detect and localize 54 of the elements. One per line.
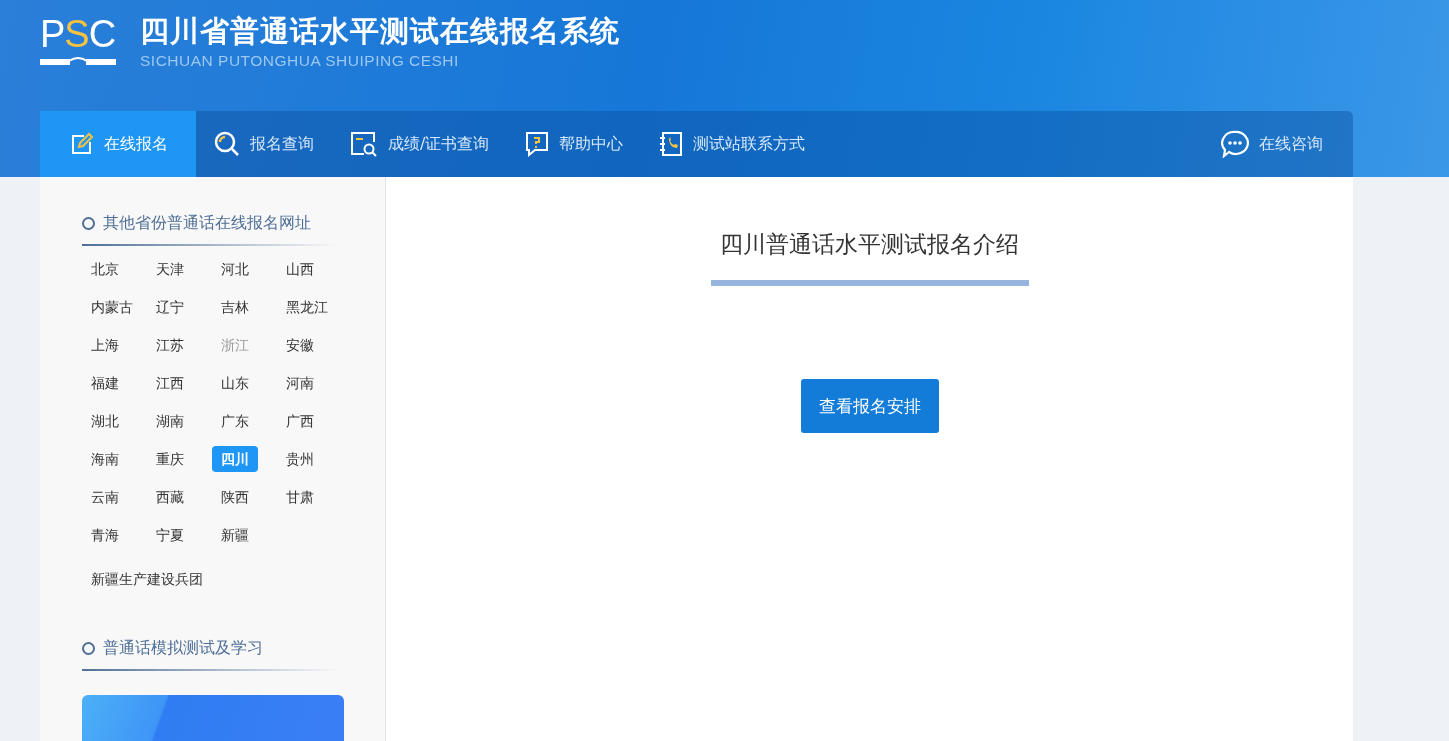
province-link[interactable]: 江西 (147, 370, 193, 396)
province-link[interactable]: 海南 (82, 446, 128, 472)
site-title: 四川省普通话水平测试在线报名系统 (140, 14, 620, 48)
phone-book-icon (659, 131, 684, 157)
province-link[interactable]: 江苏 (147, 332, 193, 358)
province-link[interactable]: 青海 (82, 522, 128, 548)
online-consult-link[interactable]: 在线咨询 (1203, 111, 1353, 177)
province-link[interactable]: 河南 (277, 370, 323, 396)
province-link[interactable]: 山西 (277, 256, 323, 282)
province-link[interactable]: 新疆 (212, 522, 258, 548)
circle-icon (82, 217, 95, 230)
province-link[interactable]: 辽宁 (147, 294, 193, 320)
province-link[interactable]: 西藏 (147, 484, 193, 510)
nav-tab[interactable]: 成绩/证书查询 (332, 111, 508, 177)
province-link[interactable]: 北京 (82, 256, 128, 282)
logo-letter: S (64, 14, 89, 54)
province-link[interactable]: 甘肃 (277, 484, 323, 510)
province-link[interactable]: 贵州 (277, 446, 323, 472)
province-link[interactable]: 重庆 (147, 446, 193, 472)
page-heading: 四川普通话水平测试报名介绍 (720, 230, 1019, 259)
province-link[interactable]: 云南 (82, 484, 128, 510)
province-link[interactable]: 福建 (82, 370, 128, 396)
province-link[interactable]: 吉林 (212, 294, 258, 320)
document-search-icon (350, 131, 378, 157)
province-link[interactable]: 广东 (212, 408, 258, 434)
section-heading: 其他省份普通话在线报名网址 (103, 213, 311, 234)
promo-banner-image[interactable] (82, 695, 344, 741)
logo-letter: C (88, 14, 116, 54)
search-icon (214, 131, 240, 157)
province-link[interactable]: 湖南 (147, 408, 193, 434)
help-icon (525, 131, 550, 157)
province-link[interactable]: 宁夏 (147, 522, 193, 548)
province-link[interactable]: 上海 (82, 332, 128, 358)
province-link[interactable]: 陕西 (212, 484, 258, 510)
chat-icon (1221, 130, 1249, 158)
nav-tab[interactable]: 帮助中心 (507, 111, 642, 177)
province-link[interactable]: 广西 (277, 408, 323, 434)
nav-tab[interactable]: 测试站联系方式 (641, 111, 824, 177)
province-link[interactable]: 内蒙古 (82, 294, 142, 320)
province-link[interactable]: 河北 (212, 256, 258, 282)
logo-letter: P (40, 14, 65, 54)
province-link[interactable]: 天津 (147, 256, 193, 282)
book-icon (40, 56, 116, 65)
view-schedule-button[interactable]: 查看报名安排 (800, 379, 939, 433)
edit-icon (70, 132, 94, 156)
province-link[interactable]: 安徽 (277, 332, 323, 358)
province-link[interactable]: 山东 (212, 370, 258, 396)
nav-tab[interactable]: 报名查询 (196, 111, 332, 177)
province-link[interactable]: 黑龙江 (277, 294, 337, 320)
circle-icon (82, 642, 95, 655)
province-link[interactable]: 新疆生产建设兵团 (82, 566, 212, 592)
province-link[interactable]: 湖北 (82, 408, 128, 434)
site-subtitle: SICHUAN PUTONGHUA SHUIPING CESHI (140, 52, 460, 70)
section-heading: 普通话模拟测试及学习 (103, 638, 263, 659)
